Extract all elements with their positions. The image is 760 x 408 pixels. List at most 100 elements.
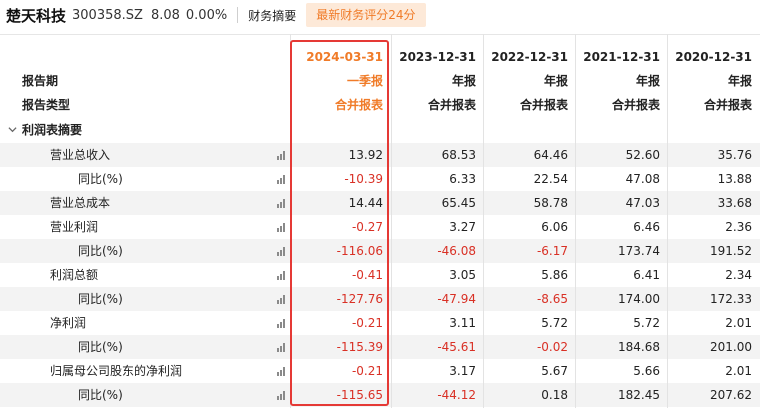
cell-value: 182.45	[618, 388, 660, 402]
cell-value: 173.74	[618, 244, 660, 258]
table-row: 同比(%) -115.65 -44.12 0.18 182.45 207.62	[0, 383, 760, 407]
cell-value: 5.72	[633, 316, 660, 330]
date-header-row: 2024-03-31 2023-12-31 2022-12-31 2021-12…	[0, 45, 760, 69]
cell-value: 68.53	[441, 148, 476, 162]
column-date[interactable]: 2023-12-31	[384, 45, 476, 69]
column-date[interactable]: 2021-12-31	[568, 45, 660, 69]
table-row: 同比(%) -10.39 6.33 22.54 47.08 13.88	[0, 167, 760, 191]
report-period-label: 报告期	[22, 74, 59, 88]
table-row: 归属母公司股东的净利润 -0.21 3.17 5.67 5.66 2.01	[0, 359, 760, 383]
column-date[interactable]: 2020-12-31	[660, 45, 752, 69]
cell-value: -0.27	[351, 220, 383, 234]
bar-chart-icon[interactable]	[277, 175, 286, 184]
report-type: 合并报表	[334, 98, 383, 112]
report-period: 年报	[543, 74, 568, 88]
cell-value: 35.76	[717, 148, 752, 162]
tab-financial-summary[interactable]: 财务摘要	[248, 7, 296, 24]
row-label: 营业总收入	[50, 148, 111, 162]
cell-value: 2.34	[725, 268, 752, 282]
cell-value: -44.12	[437, 388, 476, 402]
cell-value: 0.18	[541, 388, 568, 402]
cell-value: -46.08	[437, 244, 476, 258]
stock-name: 楚天科技	[6, 6, 67, 25]
report-type: 合并报表	[703, 98, 752, 112]
column-date[interactable]: 2024-03-31	[292, 45, 383, 69]
column-date[interactable]: 2022-12-31	[476, 45, 568, 69]
cell-value: 3.17	[449, 364, 476, 378]
bar-chart-icon[interactable]	[277, 367, 286, 376]
cell-value: -6.17	[536, 244, 568, 258]
bar-chart-icon[interactable]	[277, 271, 286, 280]
table-row: 净利润 -0.21 3.11 5.72 5.72 2.01	[0, 311, 760, 335]
section-header-income-statement[interactable]: 利润表摘要	[0, 118, 760, 142]
report-period: 一季报	[346, 74, 383, 88]
bar-chart-icon[interactable]	[277, 391, 286, 400]
bar-chart-icon[interactable]	[277, 223, 286, 232]
report-type: 合并报表	[519, 98, 568, 112]
row-label: 营业利润	[50, 220, 99, 234]
cell-value: 207.62	[710, 388, 752, 402]
bar-chart-icon[interactable]	[277, 319, 286, 328]
cell-value: 47.03	[625, 196, 660, 210]
report-type: 合并报表	[611, 98, 660, 112]
report-type: 合并报表	[427, 98, 476, 112]
row-label: 同比(%)	[78, 388, 123, 402]
column-divider	[483, 34, 484, 408]
cell-value: 13.92	[348, 148, 383, 162]
cell-value: 64.46	[533, 148, 568, 162]
cell-value: -0.41	[351, 268, 383, 282]
stock-header: 楚天科技 300358.SZ 8.08 0.00% 财务摘要 最新财务评分24分	[0, 0, 760, 30]
cell-value: 13.88	[717, 172, 752, 186]
table-row: 营业总收入 13.92 68.53 64.46 52.60 35.76	[0, 143, 760, 167]
column-divider	[290, 34, 291, 408]
table-row: 同比(%) -115.39 -45.61 -0.02 184.68 201.00	[0, 335, 760, 359]
report-type-row: 报告类型 合并报表 合并报表 合并报表 合并报表 合并报表	[0, 93, 760, 117]
row-label: 同比(%)	[78, 292, 123, 306]
table-row: 利润总额 -0.41 3.05 5.86 6.41 2.34	[0, 263, 760, 287]
cell-value: -116.06	[336, 244, 383, 258]
cell-value: 2.01	[725, 364, 752, 378]
cell-value: 5.67	[541, 364, 568, 378]
bar-chart-icon[interactable]	[277, 343, 286, 352]
cell-value: 3.27	[449, 220, 476, 234]
financial-summary-table: 2024-03-31 2023-12-31 2022-12-31 2021-12…	[0, 34, 760, 408]
cell-value: 22.54	[533, 172, 568, 186]
table-row: 同比(%) -127.76 -47.94 -8.65 174.00 172.33	[0, 287, 760, 311]
bar-chart-icon[interactable]	[277, 247, 286, 256]
cell-value: 191.52	[710, 244, 752, 258]
row-label: 利润总额	[50, 268, 99, 282]
cell-value: 6.33	[449, 172, 476, 186]
cell-value: 174.00	[618, 292, 660, 306]
table-row: 同比(%) -116.06 -46.08 -6.17 173.74 191.52	[0, 239, 760, 263]
cell-value: 6.06	[541, 220, 568, 234]
divider	[237, 7, 239, 23]
bar-chart-icon[interactable]	[277, 151, 286, 160]
cell-value: -0.21	[351, 364, 383, 378]
report-period: 年报	[635, 74, 660, 88]
row-label: 同比(%)	[78, 172, 123, 186]
report-period: 年报	[727, 74, 752, 88]
cell-value: 2.36	[725, 220, 752, 234]
column-divider	[575, 34, 576, 408]
column-divider	[391, 34, 392, 408]
row-label: 归属母公司股东的净利润	[50, 364, 183, 378]
section-title: 利润表摘要	[22, 123, 83, 137]
financial-score-button[interactable]: 最新财务评分24分	[306, 3, 426, 27]
cell-value: 3.05	[449, 268, 476, 282]
cell-value: 3.11	[449, 316, 476, 330]
table-row: 营业利润 -0.27 3.27 6.06 6.46 2.36	[0, 215, 760, 239]
report-period-row: 报告期 一季报 年报 年报 年报 年报	[0, 69, 760, 93]
cell-value: -47.94	[437, 292, 476, 306]
bar-chart-icon[interactable]	[277, 295, 286, 304]
table-row: 营业总成本 14.44 65.45 58.78 47.03 33.68	[0, 191, 760, 215]
cell-value: -127.76	[336, 292, 383, 306]
bar-chart-icon[interactable]	[277, 199, 286, 208]
stock-code: 300358.SZ	[72, 7, 143, 23]
report-type-label: 报告类型	[22, 98, 71, 112]
cell-value: 5.86	[541, 268, 568, 282]
cell-value: 2.01	[725, 316, 752, 330]
column-divider	[667, 34, 668, 408]
cell-value: -115.65	[336, 388, 383, 402]
cell-value: -115.39	[336, 340, 383, 354]
stock-price: 8.08	[150, 7, 180, 23]
